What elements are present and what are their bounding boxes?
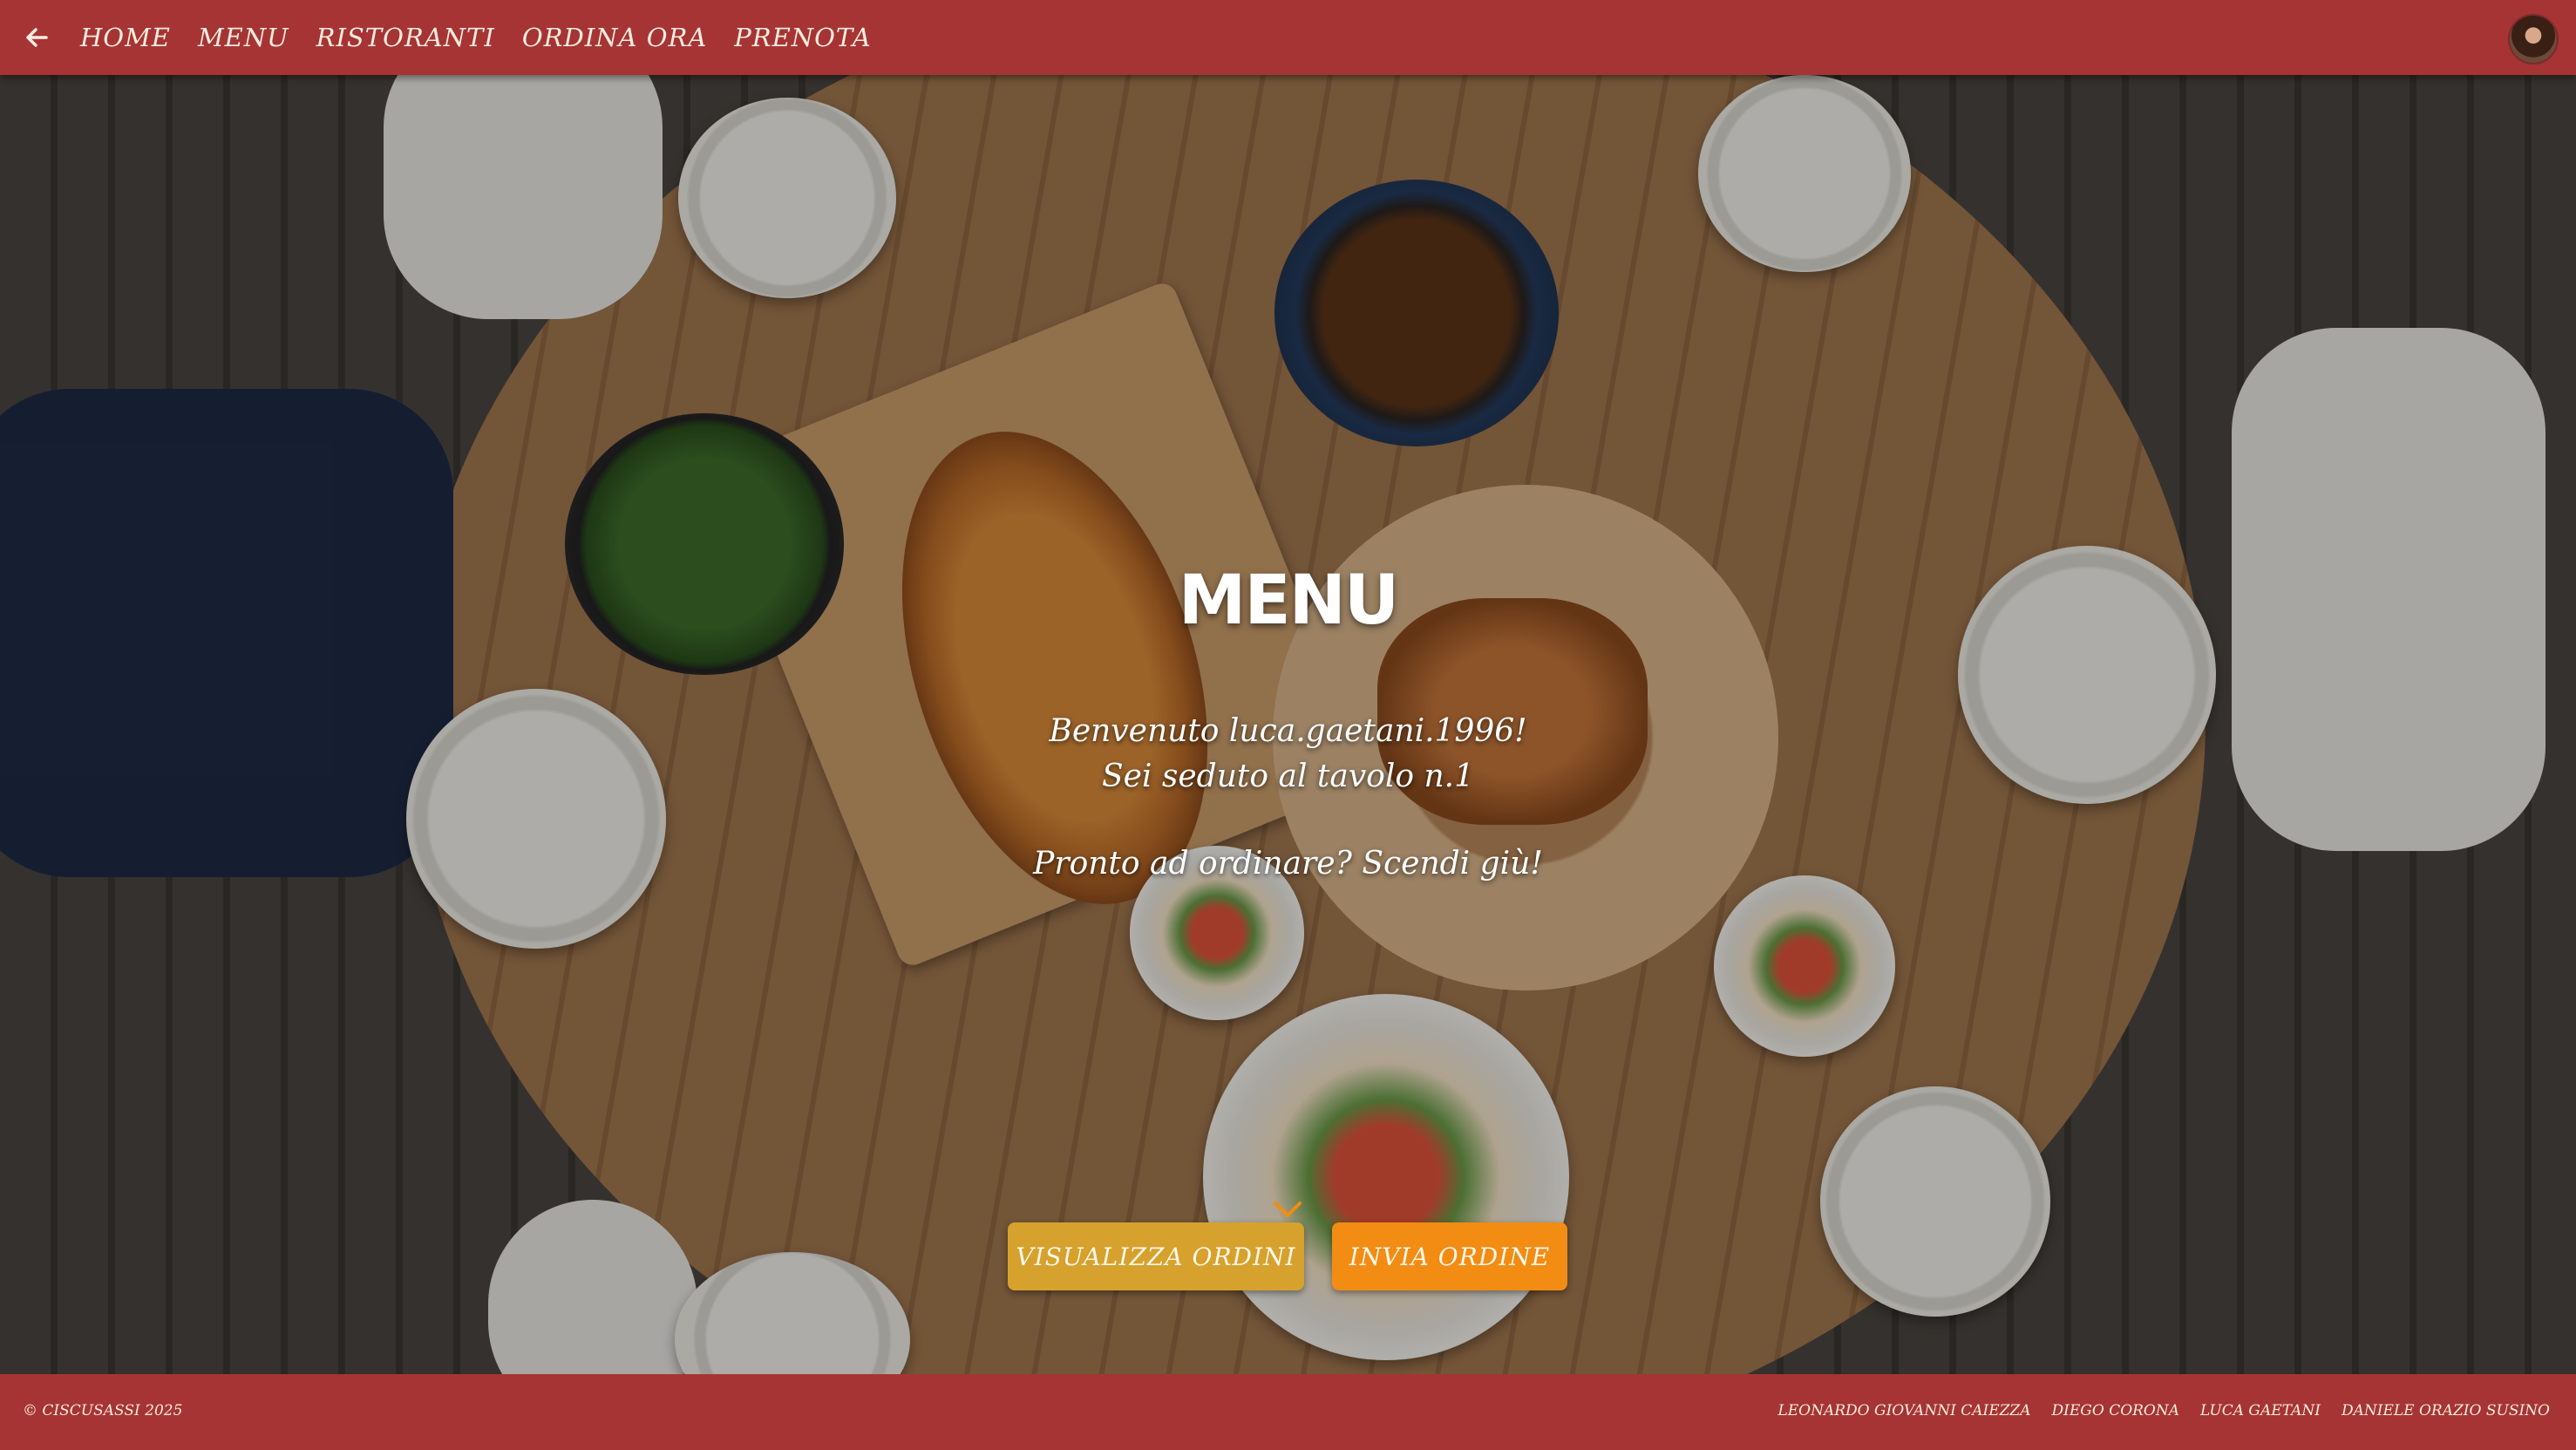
back-button[interactable] [19, 20, 54, 55]
view-orders-button[interactable]: VISUALIZZA ORDINI [1008, 1222, 1304, 1290]
copyright-text: © CISCUSASSI 2025 [23, 1402, 183, 1419]
scroll-prompt-text: Pronto ad ordinare? Scendi giù! [1033, 846, 1543, 882]
arrow-left-icon [26, 28, 48, 47]
footer-authors: LEONARDO GIOVANNI CAIEZZA DIEGO CORONA L… [1757, 1402, 2550, 1419]
send-order-button[interactable]: INVIA ORDINE [1332, 1222, 1567, 1290]
author-link[interactable]: LEONARDO GIOVANNI CAIEZZA [1777, 1402, 2030, 1419]
user-avatar[interactable] [2508, 14, 2559, 65]
nav-link-ristoranti[interactable]: RISTORANTI [316, 23, 495, 52]
hero-section: MENU Benvenuto luca.gaetani.1996! Sei se… [0, 75, 2576, 1374]
nav-link-menu[interactable]: MENU [198, 23, 289, 52]
hero-content: MENU Benvenuto luca.gaetani.1996! Sei se… [0, 75, 2576, 1374]
top-navbar: HOME MENU RISTORANTI ORDINA ORA PRENOTA [0, 0, 2576, 75]
nav-links: HOME MENU RISTORANTI ORDINA ORA PRENOTA [80, 23, 899, 52]
nav-link-prenota[interactable]: PRENOTA [734, 23, 871, 52]
author-link[interactable]: LUCA GAETANI [2200, 1402, 2321, 1419]
table-info-text: Sei seduto al tavolo n.1 [1101, 759, 1475, 794]
welcome-text: Benvenuto luca.gaetani.1996! [1049, 713, 1527, 749]
author-link[interactable]: DANIELE ORAZIO SUSINO [2342, 1402, 2550, 1419]
author-link[interactable]: DIEGO CORONA [2052, 1402, 2180, 1419]
nav-link-ordina-ora[interactable]: ORDINA ORA [522, 23, 707, 52]
nav-link-home[interactable]: HOME [80, 23, 171, 52]
chevron-down-icon[interactable] [1272, 1200, 1303, 1221]
footer: © CISCUSASSI 2025 LEONARDO GIOVANNI CAIE… [0, 1374, 2576, 1450]
page-title: MENU [1178, 562, 1400, 640]
